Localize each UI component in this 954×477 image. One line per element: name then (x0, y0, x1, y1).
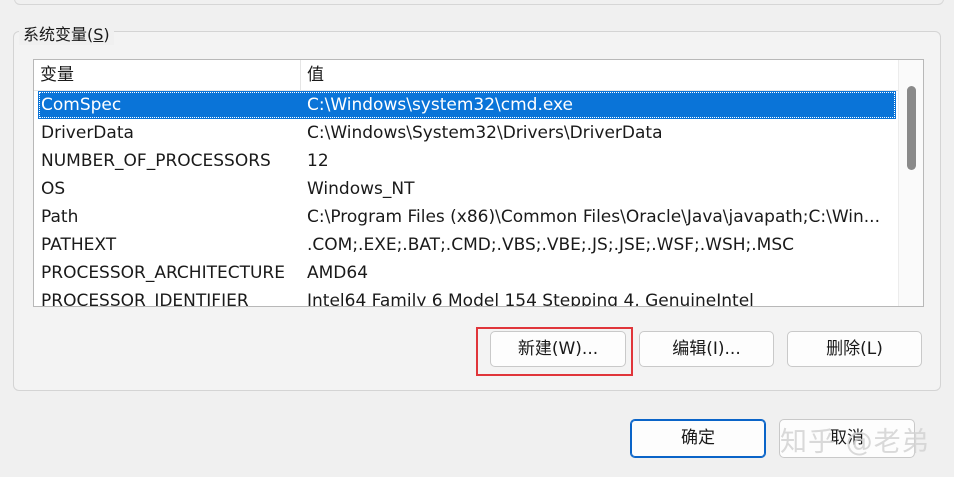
variable-name-cell: PROCESSOR_ARCHITECTURE (41, 263, 285, 283)
variable-value-cell: AMD64 (307, 263, 369, 283)
table-row[interactable]: ComSpec C:\Windows\system32\cmd.exe (38, 91, 896, 119)
column-header-variable[interactable]: 变量 (34, 60, 301, 90)
table-row[interactable]: DriverData C:\Windows\System32\Drivers\Dr… (34, 119, 900, 147)
variable-value-cell: .COM;.EXE;.BAT;.CMD;.VBS;.VBE;.JS;.JSE;.… (307, 235, 795, 255)
scrollbar-thumb[interactable] (907, 86, 916, 170)
table-row[interactable]: PROCESSOR_IDENTIFIER Intel64 Family 6 Mod… (34, 287, 900, 307)
variable-name-cell: ComSpec (41, 95, 122, 115)
variable-value-cell: C:\Windows\system32\cmd.exe (307, 95, 574, 115)
system-variables-title: 系统变量(S) (19, 21, 114, 45)
table-row[interactable]: PATHEXT .COM;.EXE;.BAT;.CMD;.VBS;.VBE;.JS… (34, 231, 900, 259)
upper-panel-edge (14, 0, 944, 5)
variable-name-cell: DriverData (41, 123, 134, 143)
variable-value-cell: 12 (307, 151, 329, 171)
variable-name-cell: NUMBER_OF_PROCESSORS (41, 151, 271, 171)
system-variables-list[interactable]: 变量 值 ComSpec C:\Windows\system32\cmd.exe D… (33, 59, 924, 307)
delete-variable-button[interactable]: 删除(L) (787, 331, 922, 367)
ok-button[interactable]: 确定 (630, 419, 766, 458)
variable-value-cell: Intel64 Family 6 Model 154 Stepping 4, G… (307, 291, 754, 307)
variable-value-cell: C:\Program Files (x86)\Common Files\Orac… (307, 207, 880, 227)
vertical-scrollbar[interactable] (898, 60, 923, 306)
annotation-highlight-box (476, 327, 633, 376)
variable-value-cell: Windows_NT (307, 179, 415, 199)
list-rows: ComSpec C:\Windows\system32\cmd.exe Driver… (34, 91, 900, 307)
table-row[interactable]: Path C:\Program Files (x86)\Common Files\… (34, 203, 900, 231)
table-row[interactable]: OS Windows_NT (34, 175, 900, 203)
edit-variable-button[interactable]: 编辑(I)... (639, 331, 774, 367)
column-header-value[interactable]: 值 (301, 60, 900, 90)
variable-name-cell: PATHEXT (41, 235, 117, 255)
watermark: 知乎 @老弟 (780, 427, 930, 458)
variable-name-cell: OS (41, 179, 66, 199)
variable-name-cell: PROCESSOR_IDENTIFIER (41, 291, 249, 307)
table-row[interactable]: PROCESSOR_ARCHITECTURE AMD64 (34, 259, 900, 287)
variable-value-cell: C:\Windows\System32\Drivers\DriverData (307, 123, 663, 143)
list-header: 变量 值 (34, 60, 900, 91)
variable-name-cell: Path (41, 207, 79, 227)
table-row[interactable]: NUMBER_OF_PROCESSORS 12 (34, 147, 900, 175)
